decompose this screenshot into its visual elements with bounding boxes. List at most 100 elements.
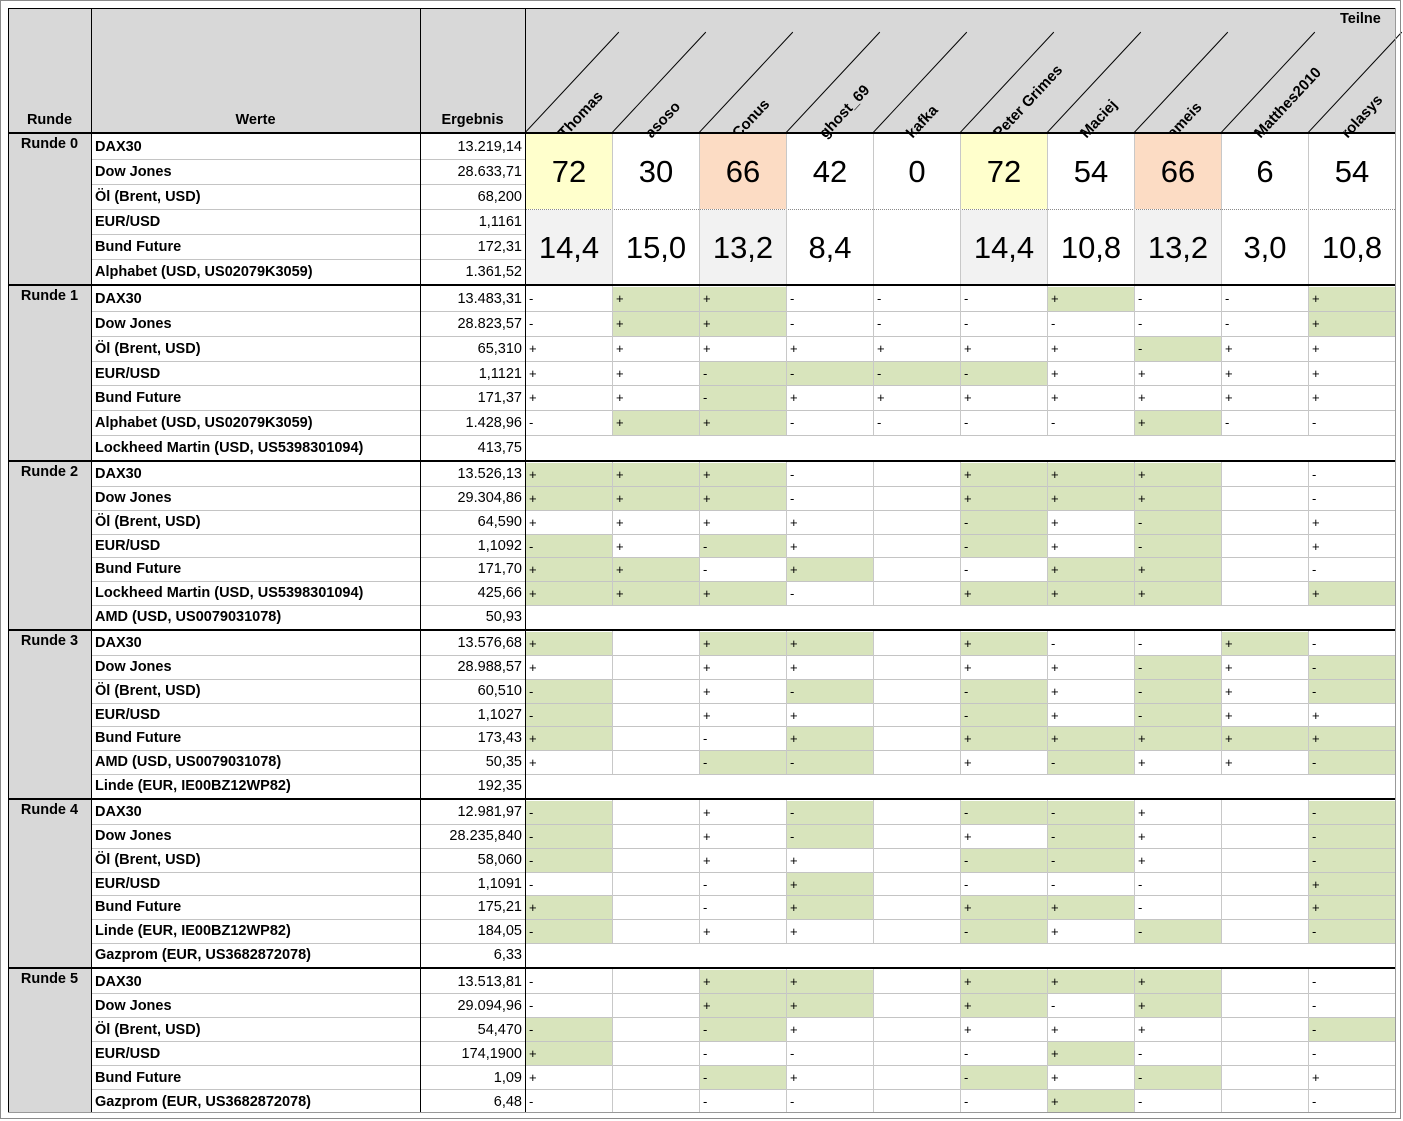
pick-cell: - — [1048, 824, 1134, 848]
pick-cell — [874, 463, 960, 486]
main-column-border — [91, 8, 92, 1113]
result-value: 28.633,71 — [457, 164, 522, 180]
instrument-name: Bund Future — [95, 1070, 182, 1086]
column-divider — [960, 800, 961, 944]
result-value: 1,09 — [493, 1070, 522, 1086]
column-divider — [1221, 969, 1222, 1113]
pick-cell: - — [529, 1094, 534, 1109]
result-value: 1,1121 — [478, 365, 522, 382]
instrument-name: DAX30 — [95, 291, 142, 307]
row-divider — [91, 823, 525, 825]
instrument-name: EUR/USD — [95, 875, 161, 892]
pick-cell — [874, 920, 960, 943]
instrument-name: Linde (EUR, IE00BZ12WP82) — [95, 923, 291, 940]
pick-cell: + — [1312, 538, 1320, 554]
pick-cell — [874, 558, 960, 581]
pick-cell — [613, 994, 699, 1017]
pick-cell: - — [1309, 824, 1395, 848]
pick-cell: + — [616, 340, 624, 356]
pick-cell: + — [613, 463, 699, 486]
pick-cell: + — [526, 896, 612, 920]
pick-cell: - — [964, 315, 969, 331]
pick-cell: - — [1135, 336, 1221, 361]
pick-cell: + — [1312, 707, 1320, 723]
result-value: 184,05 — [477, 923, 522, 940]
pick-cell: - — [787, 679, 873, 703]
result-value: 13.513,81 — [457, 974, 522, 990]
pick-cell — [613, 970, 699, 993]
instrument-name: Linde (EUR, IE00BZ12WP82) — [95, 778, 291, 795]
result-value: 1,1027 — [477, 706, 522, 723]
row-divider — [91, 485, 525, 487]
result-value: 1,1091 — [477, 875, 522, 892]
pick-cell — [1222, 920, 1308, 943]
pick-cell — [1222, 896, 1308, 919]
pick-cell: + — [529, 390, 537, 406]
pick-cell — [1222, 1018, 1308, 1041]
pick-cell — [613, 680, 699, 703]
pick-cell: - — [526, 679, 612, 703]
row-divider — [91, 750, 525, 752]
column-divider — [1308, 286, 1309, 436]
pick-cell — [613, 1042, 699, 1065]
pick-cell: + — [1051, 538, 1059, 554]
row-divider — [525, 943, 1395, 945]
pick-cell: - — [1138, 876, 1143, 892]
pick-cell: - — [529, 998, 534, 1013]
pick-cell: - — [787, 801, 873, 824]
column-divider — [699, 462, 700, 606]
pick-cell: + — [1135, 970, 1221, 993]
result-value: 54,470 — [477, 1022, 522, 1038]
round-label: Runde 4 — [20, 802, 79, 818]
instrument-name: Dow Jones — [95, 998, 172, 1014]
pick-cell: + — [1225, 659, 1233, 675]
pick-cell: + — [1312, 390, 1320, 406]
spreadsheet: Runde Werte Ergebnis Teilne Thomas asoso Conus… — [0, 0, 1403, 1121]
instrument-name: Dow Jones — [95, 164, 172, 180]
result-value: 28.235,840 — [449, 827, 522, 844]
pick-cell: + — [703, 683, 711, 699]
pick-cell — [874, 801, 960, 824]
round-label-background — [8, 286, 91, 460]
instrument-name: EUR/USD — [95, 214, 161, 230]
pick-cell: + — [526, 1042, 612, 1065]
pick-cell: - — [874, 361, 960, 386]
pick-cell: + — [790, 514, 798, 530]
pick-cell: - — [526, 703, 612, 727]
round-label: Runde 2 — [20, 464, 79, 480]
pick-cell: + — [1051, 924, 1059, 940]
row-divider — [91, 159, 525, 160]
column-divider — [1047, 969, 1048, 1113]
column-divider — [1134, 462, 1135, 606]
pick-cell: + — [1051, 340, 1059, 356]
instrument-name: Öl (Brent, USD) — [95, 851, 201, 868]
instrument-name: EUR/USD — [95, 537, 161, 554]
pick-cell: - — [961, 703, 1047, 727]
column-divider — [1047, 462, 1048, 606]
row-divider — [91, 435, 525, 437]
pick-cell: - — [790, 415, 795, 431]
pick-cell: + — [703, 805, 711, 820]
pick-cell: + — [1048, 727, 1134, 751]
column-divider — [1221, 286, 1222, 436]
pick-cell: - — [961, 801, 1047, 824]
instrument-name: DAX30 — [95, 974, 142, 990]
pick-cell: + — [1048, 558, 1134, 582]
participant-points: 54 — [1073, 154, 1109, 189]
pick-cell: - — [1312, 562, 1317, 578]
column-divider — [1308, 800, 1309, 944]
pick-cell: + — [961, 994, 1047, 1017]
pick-cell: + — [1138, 805, 1146, 820]
pick-cell: - — [877, 291, 882, 306]
pick-cell: - — [964, 1094, 969, 1109]
pick-cell: + — [1225, 390, 1233, 406]
row-divider — [91, 605, 525, 607]
row-divider — [91, 557, 525, 559]
pick-cell: - — [1138, 636, 1143, 651]
pick-cell: + — [1051, 390, 1059, 406]
pick-cell: + — [1048, 970, 1134, 993]
round-label-background — [8, 462, 91, 629]
pick-cell: + — [1225, 755, 1233, 771]
pick-cell: + — [529, 514, 537, 530]
summary-column-divider — [786, 134, 787, 284]
